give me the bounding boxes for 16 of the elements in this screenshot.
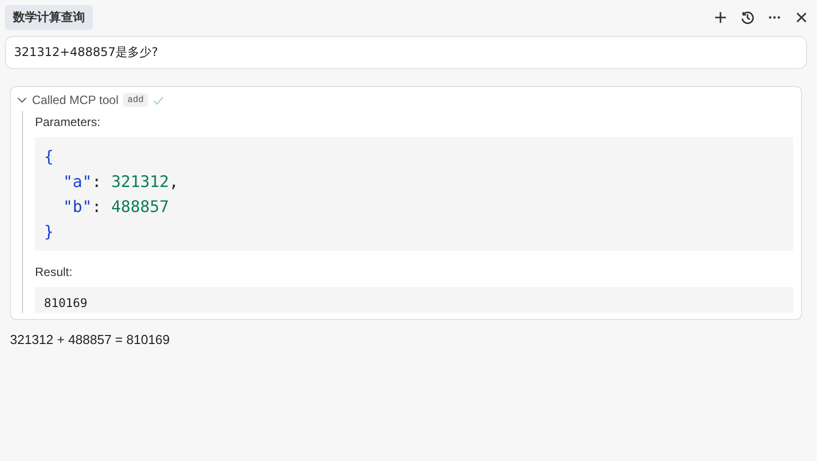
parameters-label: Parameters: [35, 115, 102, 129]
code-line: "b": 488857 [63, 197, 169, 216]
chat-tab[interactable]: 数学计算查询 [5, 4, 93, 30]
history-icon [741, 10, 754, 24]
result-value: 810169 [35, 287, 793, 313]
code-line: } [44, 222, 54, 241]
code-line: "a": 321312, [63, 172, 179, 191]
prompt-field[interactable]: 321312+488857是多少? [5, 36, 807, 69]
caret-icon[interactable] [17, 95, 27, 105]
result-label: Result: [35, 265, 74, 279]
answer-text: 321312 + 488857 = 810169 [10, 332, 171, 347]
code-line: { [44, 147, 54, 166]
tool-name: add [123, 93, 148, 107]
close-icon [795, 10, 808, 24]
tool-call-label[interactable]: Called MCP tool [32, 93, 118, 107]
plus-icon [714, 10, 727, 24]
